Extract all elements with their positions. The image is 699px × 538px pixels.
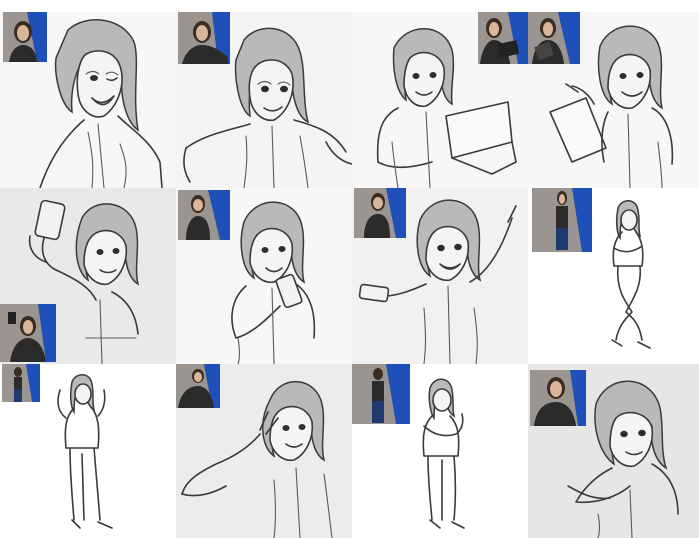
reference-photo-2: [178, 12, 230, 64]
reference-photo-7: [354, 188, 406, 238]
reference-photo-icon: [478, 12, 528, 64]
reference-photo-icon: [354, 188, 406, 238]
panel-standing-arms: [352, 364, 528, 538]
panel-standing-crossed: [528, 188, 699, 364]
panel-selfie: [0, 188, 176, 364]
panel-hand-chest: [528, 364, 699, 538]
panel-wink-tongue: [0, 12, 176, 188]
reference-photo-icon: [3, 12, 47, 62]
reference-photo-12: [530, 370, 586, 426]
reference-photo-icon: [530, 370, 586, 426]
reference-photo-10: [176, 364, 220, 408]
reference-photo-4: [528, 12, 580, 64]
reference-photo-9: [2, 364, 40, 402]
reference-photo-icon: [176, 364, 220, 408]
reference-photo-icon: [2, 364, 40, 402]
panel-pointing-up: [352, 188, 528, 364]
drawing-sheet: [0, 0, 699, 538]
panel-waving-full: [0, 364, 176, 538]
panel-tablet-pointing: [528, 12, 699, 188]
reference-photo-icon: [532, 188, 592, 252]
reference-photo-icon: [352, 364, 410, 424]
panel-reaching-out: [176, 12, 352, 188]
reference-photo-6: [178, 190, 230, 240]
panel-peace-sign: [176, 364, 352, 538]
reference-photo-3: [478, 12, 528, 64]
panel-phone: [176, 188, 352, 364]
reference-photo-icon: [528, 12, 580, 64]
reference-photo-5: [0, 304, 56, 362]
reference-photo-8: [532, 188, 592, 252]
reference-photo-icon: [178, 12, 230, 64]
panel-laptop: [352, 12, 528, 188]
reference-photo-icon: [178, 190, 230, 240]
reference-photo-1: [3, 12, 47, 62]
reference-photo-icon: [0, 304, 56, 362]
reference-photo-11: [352, 364, 410, 424]
